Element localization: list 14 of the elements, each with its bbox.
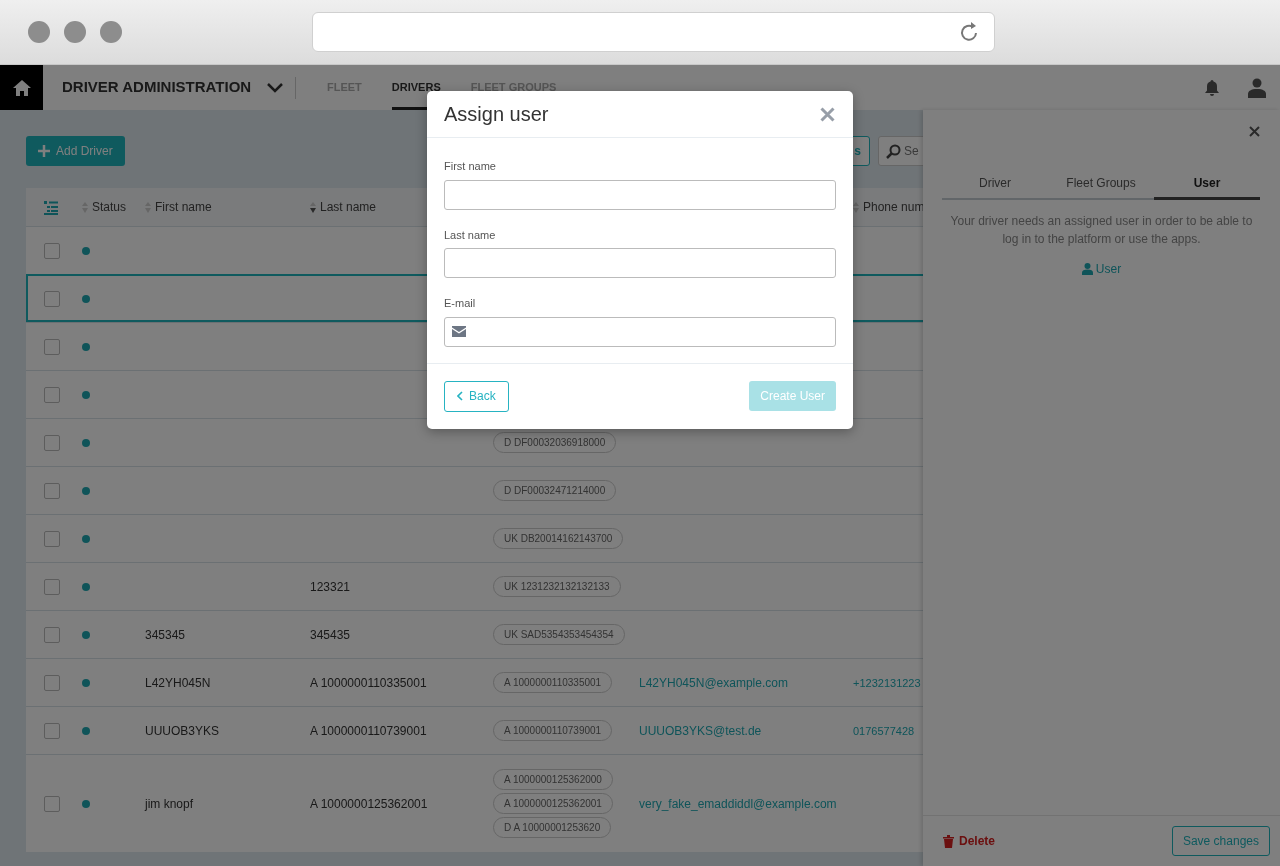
field-label: Last name [444, 227, 497, 243]
table-cell: 345435 [310, 627, 351, 642]
table-cell: 123321 [310, 579, 351, 594]
table-cell: 345345 [145, 627, 186, 642]
app-title: DRIVER ADMINISTRATION [62, 77, 253, 98]
dialog-title: Assign user [444, 102, 549, 127]
table-cell: L42YH045N [145, 675, 211, 690]
table-cell: A 1000000110335001 [310, 675, 427, 690]
field-label: First name [444, 159, 497, 174]
table-cell: jim knopf [145, 796, 194, 811]
table-cell: UUUOB3YKS [145, 723, 220, 738]
table-cell: A 1000000125362001 [310, 796, 428, 811]
table-cell: A 1000000110739001 [310, 723, 427, 738]
field-label: E-mail [444, 296, 477, 311]
